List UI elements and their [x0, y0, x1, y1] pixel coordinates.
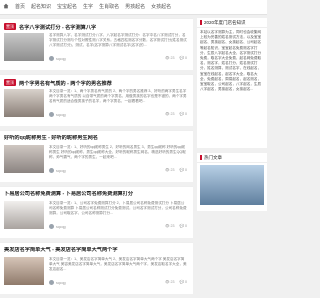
comments-value: 0: [185, 112, 187, 116]
avatar: [49, 56, 54, 61]
eye-icon: 👁: [164, 168, 170, 172]
avatar: [49, 280, 54, 285]
article-title[interactable]: 卜易居公司名称免费测算 - 卜易居公司名称免费测算打分: [4, 191, 133, 197]
article-title[interactable]: 好听的qq昵称男生 - 好听的昵称男生网名: [4, 135, 98, 141]
author-name[interactable]: sqcqg: [56, 225, 66, 229]
article-title[interactable]: 名字八字测试打分 - 名字测算八字: [19, 25, 96, 31]
hot-articles-box: 热门文章: [197, 153, 267, 211]
avatar: [49, 112, 54, 117]
article-list: 置顶 名字八字测试打分 - 名字测算八字 名字测算八字，名字测试打分八字，八字起名…: [0, 18, 193, 298]
nav-item-home[interactable]: 首页: [15, 3, 25, 11]
views-count: 👁 23: [165, 280, 175, 284]
comments-value: 0: [185, 280, 187, 284]
article-meta: sqcqg 👁 23 💬 0: [49, 168, 187, 174]
nav-item-baby-naming[interactable]: 宝宝起名: [57, 3, 77, 11]
views-value: 23: [170, 280, 175, 284]
accent-bar: [200, 20, 202, 25]
pinned-badge: 置顶: [4, 23, 16, 30]
article-card[interactable]: 卜易居公司名称免费测算 - 卜易居公司名称免费测算打分 本文目录一览：1、公司名…: [0, 186, 193, 238]
top-navigation-bar: 首页 起名知识 宝宝起名 生字 生肖取名 男孩起名 女孩起名: [0, 0, 267, 15]
views-value: 23: [170, 224, 175, 228]
avatar: [49, 224, 54, 229]
comments-count: 💬 0: [180, 280, 187, 284]
hot-article-thumbnail[interactable]: [200, 165, 264, 205]
article-title-row[interactable]: 置顶 名字八字测试打分 - 名字测算八字: [4, 23, 187, 32]
notice-box: 2020年度门店名知识 本站以名字测算为主，同时也会收集网上较为完善的姓名测试方…: [197, 18, 267, 148]
views-count: 👁 23: [165, 168, 175, 172]
article-title-row[interactable]: 美发店名字简单大气 - 美发店名字简单大气两个字: [4, 247, 187, 254]
main-nav: 首页 起名知识 宝宝起名 生字 生肖取名 男孩起名 女孩起名: [3, 3, 171, 11]
comments-count: 💬 0: [180, 224, 187, 228]
views-count: 👁 23: [165, 224, 175, 228]
views-count: 👁 23: [165, 56, 175, 60]
article-card[interactable]: 置顶 名字八字测试打分 - 名字测算八字 名字测算八字，名字测试打分八字，八字起名…: [0, 18, 193, 70]
nav-item-characters[interactable]: 生字: [83, 3, 93, 11]
author-name[interactable]: sqcqg: [56, 113, 66, 117]
views-value: 23: [170, 56, 175, 60]
comments-count: 💬 0: [180, 56, 187, 60]
article-card[interactable]: 好听的qq昵称男生 - 好听的昵称男生网名 本文目录一览：1、好听的qq昵称男生…: [0, 130, 193, 182]
eye-icon: 👁: [164, 112, 170, 116]
home-icon[interactable]: [3, 3, 9, 11]
comments-value: 0: [185, 224, 187, 228]
author-name[interactable]: sqcqg: [56, 169, 66, 173]
article-title[interactable]: 两个字男名有气质的 - 两个字的男名推荐: [19, 81, 112, 87]
author-name[interactable]: sqcqg: [56, 281, 66, 285]
article-excerpt: 本文目录一览：1、公司名字免费测算打分 2、卜易居公司名称免费测试打分 卜易居公…: [49, 201, 187, 215]
hot-articles-title: 热门文章: [204, 155, 222, 160]
hot-articles-header: 热门文章: [197, 153, 267, 163]
comment-icon: 💬: [179, 168, 184, 172]
comment-icon: 💬: [179, 224, 184, 228]
views-value: 23: [170, 168, 175, 172]
eye-icon: 👁: [164, 280, 170, 284]
comments-count: 💬 0: [180, 112, 187, 116]
nav-item-zodiac-naming[interactable]: 生肖取名: [99, 3, 119, 11]
article-meta: sqcqg 👁 23 💬 0: [49, 112, 187, 118]
article-excerpt: 本文目录一览：1、美发店名字简单大气 2、美发店名字简单大气两个字 美发店名字简…: [49, 257, 187, 271]
avatar: [49, 168, 54, 173]
article-meta: sqcqg 👁 23 💬 0: [49, 224, 187, 230]
pinned-badge: 置顶: [4, 79, 16, 86]
article-excerpt: 本文目录一览：1、两个字男名有气质的 2、两个字的男名推荐 3、好听的两字男生名…: [49, 89, 187, 103]
views-value: 23: [170, 112, 175, 116]
article-excerpt: 名字测算八字，名字测试打分八字，八字起名字测试打分：名字中名八字测试打分，名字测…: [49, 33, 187, 47]
article-excerpt: 本文目录一览：1、好听的qq昵称男生 2、好听的网名男生 3、男生qq昵称 好听…: [49, 145, 186, 159]
article-title-row[interactable]: 置顶 两个字男名有气质的 - 两个字的男名推荐: [4, 79, 187, 88]
article-meta: sqcqg 👁 23 💬 0: [49, 280, 187, 286]
nav-item-girl-naming[interactable]: 女孩起名: [151, 3, 171, 11]
nav-item-naming-knowledge[interactable]: 起名知识: [31, 3, 51, 11]
comments-value: 0: [185, 168, 187, 172]
eye-icon: 👁: [164, 56, 170, 60]
author-name[interactable]: sqcqg: [56, 57, 66, 61]
notice-text: 本站以名字测算为主，同时也会收集网上较为完善的姓名测试方法，以及宝宝起名、男孩起…: [200, 30, 262, 92]
comments-count: 💬 0: [180, 168, 187, 172]
article-thumbnail[interactable]: [4, 33, 44, 61]
article-thumbnail[interactable]: [4, 145, 44, 173]
article-card[interactable]: 置顶 两个字男名有气质的 - 两个字的男名推荐 本文目录一览：1、两个字男名有气质…: [0, 74, 193, 126]
comment-icon: 💬: [179, 56, 184, 60]
comment-icon: 💬: [179, 112, 184, 116]
nav-item-boy-naming[interactable]: 男孩起名: [125, 3, 145, 11]
article-thumbnail[interactable]: [4, 89, 44, 117]
comments-value: 0: [185, 56, 187, 60]
article-thumbnail[interactable]: [4, 257, 44, 285]
article-meta: sqcqg 👁 23 💬 0: [49, 56, 187, 62]
accent-bar: [200, 155, 202, 160]
article-thumbnail[interactable]: [4, 201, 44, 229]
views-count: 👁 23: [165, 112, 175, 116]
article-title[interactable]: 美发店名字简单大气 - 美发店名字简单大气两个字: [4, 247, 118, 253]
notice-title: 2020年度门店名知识: [204, 20, 246, 25]
eye-icon: 👁: [164, 224, 170, 228]
notice-box-header: 2020年度门店名知识: [197, 18, 267, 28]
comment-icon: 💬: [179, 280, 184, 284]
article-title-row[interactable]: 好听的qq昵称男生 - 好听的昵称男生网名: [4, 135, 187, 142]
sidebar: 2020年度门店名知识 本站以名字测算为主，同时也会收集网上较为完善的姓名测试方…: [197, 18, 267, 216]
article-card[interactable]: 美发店名字简单大气 - 美发店名字简单大气两个字 本文目录一览：1、美发店名字简…: [0, 242, 193, 294]
hot-article-item[interactable]: [197, 163, 267, 211]
article-title-row[interactable]: 卜易居公司名称免费测算 - 卜易居公司名称免费测算打分: [4, 191, 187, 198]
